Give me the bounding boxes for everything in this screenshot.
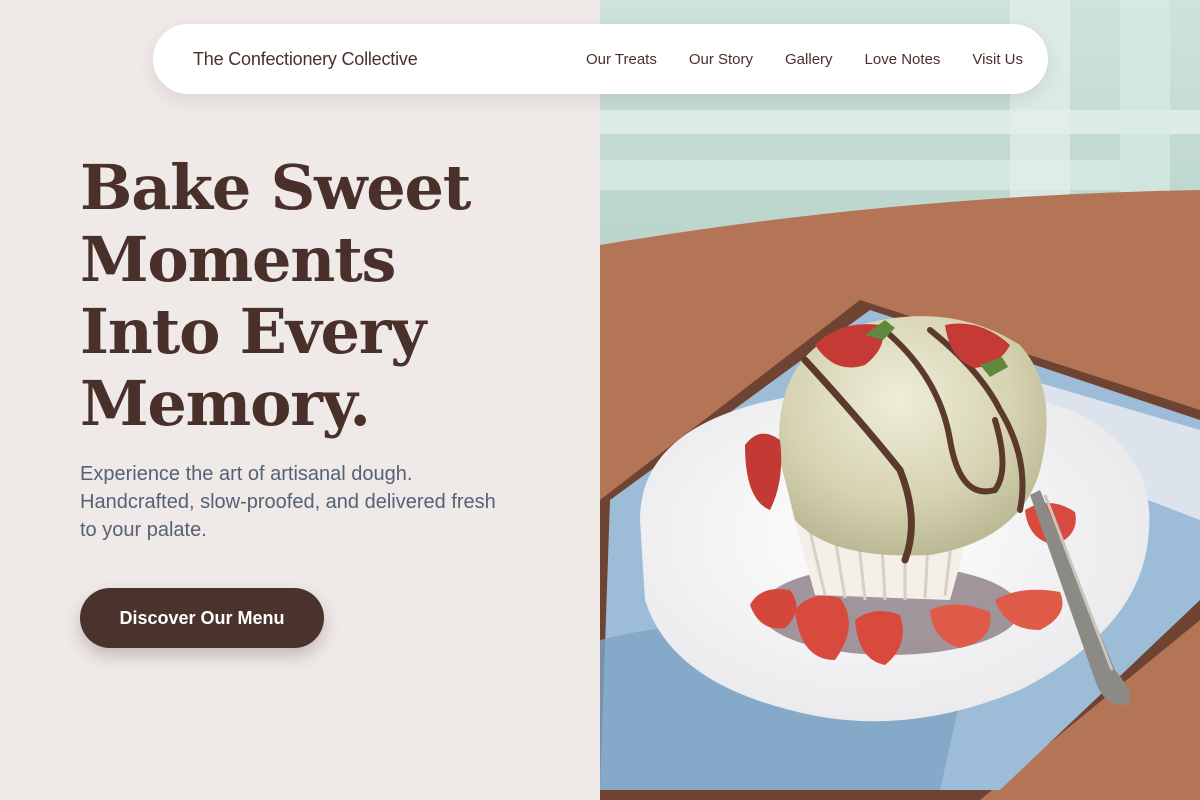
headline-line: Bake Sweet <box>80 151 471 224</box>
headline-line: Memory. <box>80 367 371 440</box>
nav-link-our-treats[interactable]: Our Treats <box>586 51 657 68</box>
discover-menu-button[interactable]: Discover Our Menu <box>80 588 324 648</box>
hero-subtext: Experience the art of artisanal dough. H… <box>80 463 496 541</box>
nav-link-visit-us[interactable]: Visit Us <box>972 51 1023 68</box>
headline-line: Into Every <box>80 295 426 368</box>
hero-content: Bake Sweet Moments Into Every Memory. Ex… <box>80 152 580 544</box>
navbar: The Confectionery Collective Our Treats … <box>153 24 1048 94</box>
hero-image <box>600 0 1200 800</box>
headline-line: Moments <box>80 223 396 296</box>
brand-logo[interactable]: The Confectionery Collective <box>193 49 418 70</box>
nav-link-love-notes[interactable]: Love Notes <box>865 51 941 68</box>
nav-link-gallery[interactable]: Gallery <box>785 51 833 68</box>
nav-links: Our Treats Our Story Gallery Love Notes … <box>586 51 1023 68</box>
nav-link-our-story[interactable]: Our Story <box>689 51 753 68</box>
hero-headline: Bake Sweet Moments Into Every Memory. <box>80 152 580 440</box>
